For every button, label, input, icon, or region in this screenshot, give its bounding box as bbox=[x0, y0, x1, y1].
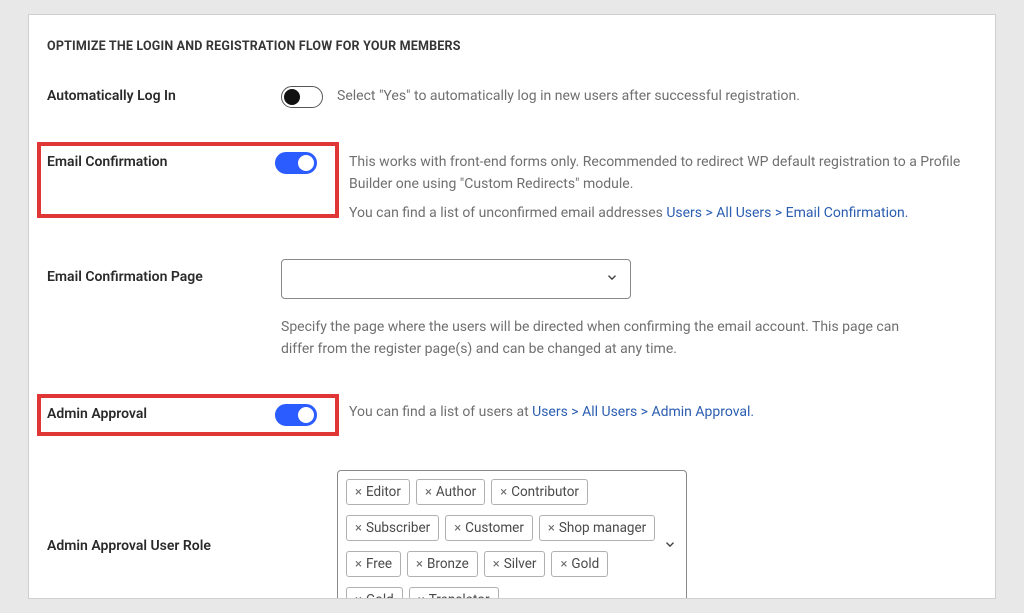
email-confirmation-toggle-col bbox=[275, 152, 331, 174]
auto-login-desc: Select "Yes" to automatically log in new… bbox=[337, 86, 977, 108]
row-email-confirmation: Email Confirmation This works with front… bbox=[47, 142, 977, 225]
role-tag-label: Gold bbox=[366, 592, 394, 599]
email-confirmation-toggle[interactable] bbox=[275, 152, 317, 174]
row-auto-login: Automatically Log In Select "Yes" to aut… bbox=[47, 86, 977, 108]
role-tag[interactable]: × Silver bbox=[484, 551, 546, 577]
email-confirmation-page-control: Specify the page where the users will be… bbox=[281, 259, 921, 360]
role-tag-label: Free bbox=[366, 556, 392, 572]
admin-approval-desc-prefix: You can find a list of users at bbox=[349, 404, 532, 420]
email-confirmation-desc-2: You can find a list of unconfirmed email… bbox=[349, 203, 977, 225]
auto-login-toggle[interactable] bbox=[281, 86, 323, 108]
remove-tag-icon[interactable]: × bbox=[418, 594, 425, 599]
role-tag-label: Author bbox=[436, 484, 476, 500]
admin-approval-label: Admin Approval bbox=[47, 404, 275, 422]
remove-tag-icon[interactable]: × bbox=[355, 486, 362, 499]
role-tag[interactable]: × Free bbox=[346, 551, 401, 577]
role-tag-label: Gold bbox=[571, 556, 599, 572]
remove-tag-icon[interactable]: × bbox=[454, 522, 461, 535]
admin-approval-roles-label: Admin Approval User Role bbox=[47, 538, 337, 554]
row-email-confirmation-page: Email Confirmation Page Specify the page… bbox=[47, 259, 977, 360]
admin-approval-roles-tagbox[interactable]: × Editor × Author × Contributor × Subscriber × Cu… bbox=[337, 470, 687, 599]
highlight-admin-approval: Admin Approval bbox=[37, 394, 339, 436]
admin-approval-toggle-col bbox=[275, 404, 331, 426]
admin-approval-toggle[interactable] bbox=[275, 404, 317, 426]
email-confirmation-desc-2-prefix: You can find a list of unconfirmed email… bbox=[349, 205, 666, 221]
auto-login-label: Automatically Log In bbox=[47, 86, 281, 104]
role-tag[interactable]: × Bronze bbox=[407, 551, 478, 577]
role-tag-label: Bronze bbox=[427, 556, 469, 572]
role-tag-label: Customer bbox=[465, 520, 524, 536]
role-tag[interactable]: × Shop manager bbox=[539, 515, 655, 541]
email-confirmation-desc: This works with front-end forms only. Re… bbox=[349, 142, 977, 225]
role-tag-label: Silver bbox=[504, 556, 537, 572]
role-tag[interactable]: × Editor bbox=[346, 479, 410, 505]
row-admin-approval: Admin Approval You can find a list of us… bbox=[47, 394, 977, 436]
role-tag[interactable]: × Author bbox=[416, 479, 485, 505]
role-tag[interactable]: × Gold bbox=[346, 587, 403, 599]
remove-tag-icon[interactable]: × bbox=[548, 522, 555, 535]
remove-tag-icon[interactable]: × bbox=[416, 558, 423, 571]
role-tag-label: Translator bbox=[429, 592, 490, 599]
section-heading: OPTIMIZE THE LOGIN AND REGISTRATION FLOW… bbox=[47, 39, 977, 54]
remove-tag-icon[interactable]: × bbox=[500, 486, 507, 499]
role-tag[interactable]: × Customer bbox=[445, 515, 533, 541]
email-confirmation-page-label: Email Confirmation Page bbox=[47, 259, 281, 285]
remove-tag-icon[interactable]: × bbox=[355, 522, 362, 535]
email-confirmation-page-desc: Specify the page where the users will be… bbox=[281, 317, 921, 360]
role-tag-label: Subscriber bbox=[366, 520, 430, 536]
remove-tag-icon[interactable]: × bbox=[493, 558, 500, 571]
settings-panel: OPTIMIZE THE LOGIN AND REGISTRATION FLOW… bbox=[28, 14, 996, 599]
auto-login-toggle-col bbox=[281, 86, 337, 108]
role-tag[interactable]: × Translator bbox=[409, 587, 499, 599]
remove-tag-icon[interactable]: × bbox=[355, 594, 362, 599]
admin-approval-desc: You can find a list of users at Users > … bbox=[349, 394, 977, 424]
admin-approval-link[interactable]: Users > All Users > Admin Approval. bbox=[532, 404, 754, 420]
remove-tag-icon[interactable]: × bbox=[425, 486, 432, 499]
email-confirmation-link[interactable]: Users > All Users > Email Confirmation. bbox=[666, 205, 908, 221]
role-tag[interactable]: × Subscriber bbox=[346, 515, 439, 541]
role-tag-label: Contributor bbox=[511, 484, 579, 500]
email-confirmation-label: Email Confirmation bbox=[47, 152, 275, 170]
admin-approval-roles-select-wrap: × Editor × Author × Contributor × Subscriber × Cu… bbox=[337, 470, 687, 599]
email-confirmation-page-select[interactable] bbox=[281, 259, 631, 299]
row-admin-approval-roles: Admin Approval User Role ×Editor×Author×… bbox=[47, 470, 977, 599]
role-tag[interactable]: × Contributor bbox=[491, 479, 588, 505]
email-confirmation-desc-1: This works with front-end forms only. Re… bbox=[349, 152, 977, 195]
remove-tag-icon[interactable]: × bbox=[560, 558, 567, 571]
email-confirmation-page-select-wrap bbox=[281, 259, 631, 299]
highlight-email-confirmation: Email Confirmation bbox=[37, 142, 339, 218]
role-tag-label: Shop manager bbox=[559, 520, 646, 536]
role-tag-label: Editor bbox=[366, 484, 401, 500]
role-tag[interactable]: × Gold bbox=[551, 551, 608, 577]
remove-tag-icon[interactable]: × bbox=[355, 558, 362, 571]
